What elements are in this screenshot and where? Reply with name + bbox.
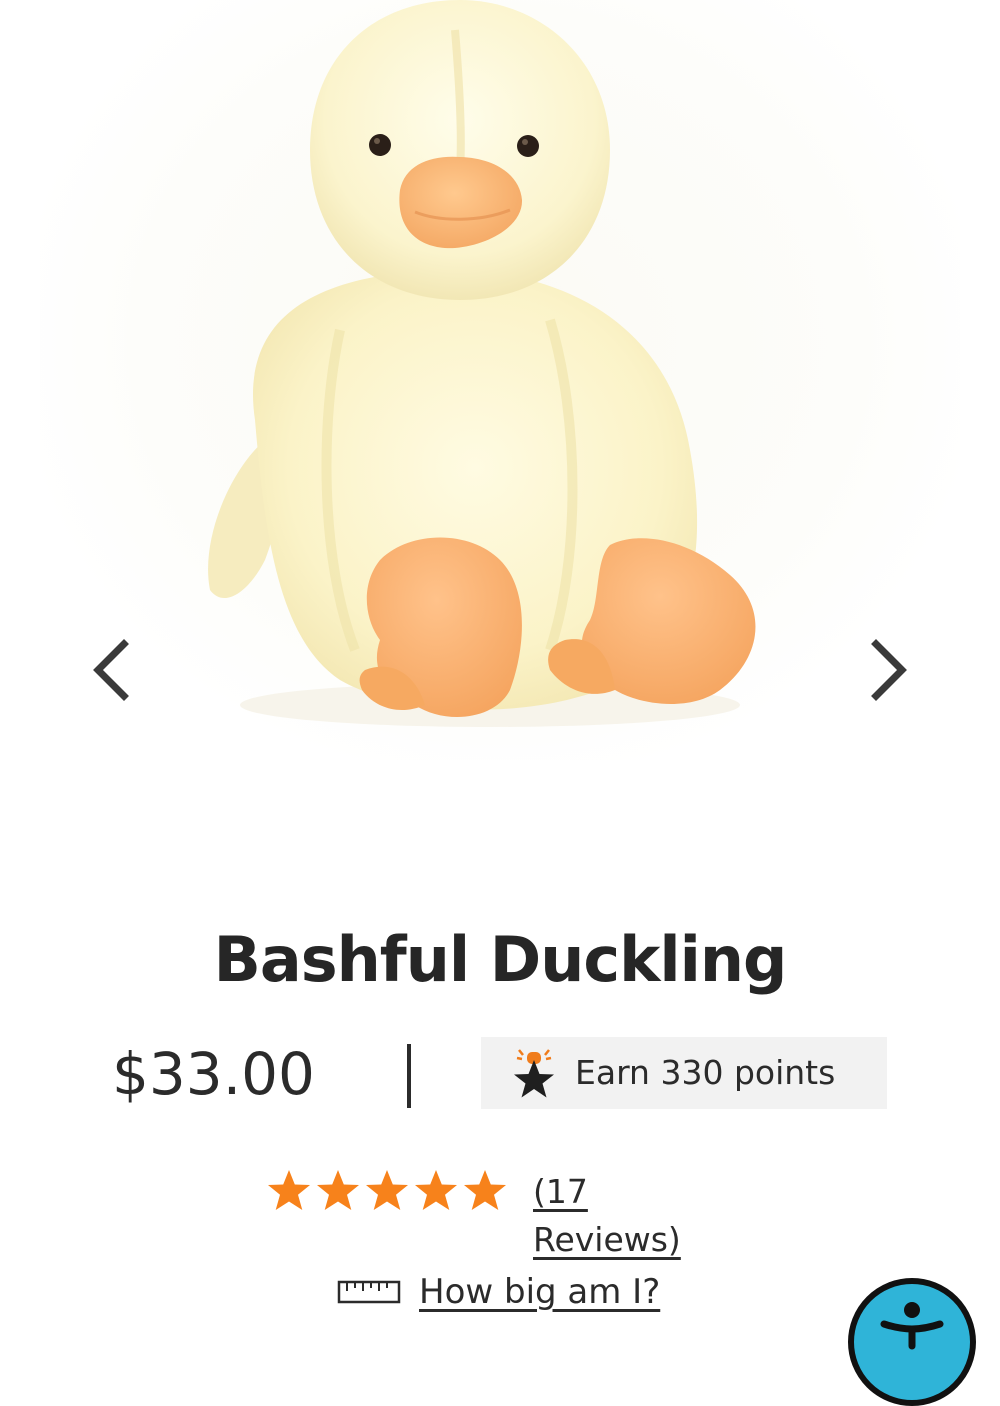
star-icon bbox=[317, 1170, 359, 1210]
gallery-next-button[interactable] bbox=[860, 630, 920, 710]
gallery-prev-button[interactable] bbox=[80, 630, 140, 710]
accessibility-icon bbox=[880, 1302, 944, 1350]
product-image-gallery bbox=[0, 0, 1000, 760]
product-image-duckling bbox=[208, 0, 756, 727]
ruler-icon bbox=[337, 1280, 401, 1304]
product-price: $33.00 bbox=[112, 1040, 315, 1108]
chevron-right-icon bbox=[871, 639, 907, 701]
star-icon bbox=[464, 1170, 506, 1210]
product-rating: (17 Reviews) bbox=[266, 1166, 746, 1259]
price-divider bbox=[407, 1044, 411, 1108]
chevron-left-icon bbox=[93, 639, 129, 701]
accessibility-button[interactable] bbox=[848, 1278, 976, 1406]
star-icon bbox=[366, 1170, 408, 1210]
rewards-star-icon bbox=[514, 1049, 554, 1098]
size-guide-label: How big am I? bbox=[419, 1272, 661, 1312]
earn-points-badge[interactable]: Earn 330 points bbox=[481, 1037, 887, 1109]
rating-stars bbox=[266, 1168, 508, 1214]
reviews-link[interactable]: (17 Reviews) bbox=[533, 1168, 746, 1264]
size-guide-link[interactable]: How big am I? bbox=[337, 1266, 697, 1318]
earn-points-label: Earn 330 points bbox=[575, 1053, 836, 1092]
star-icon bbox=[415, 1170, 457, 1210]
product-title: Bashful Duckling bbox=[213, 923, 788, 996]
star-icon bbox=[268, 1170, 310, 1210]
